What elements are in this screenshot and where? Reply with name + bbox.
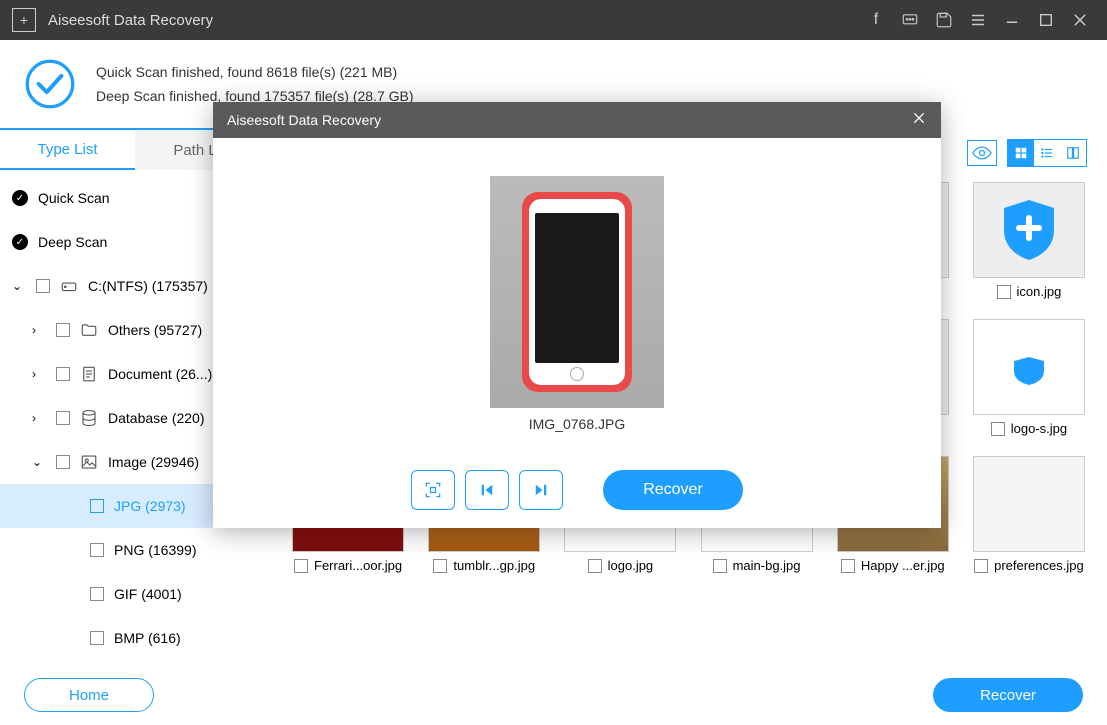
modal-backdrop: Aiseesoft Data Recovery IMG_0768.JPG Rec… [0,0,1107,725]
preview-modal: Aiseesoft Data Recovery IMG_0768.JPG Rec… [213,102,941,528]
prev-icon[interactable] [465,470,509,510]
modal-recover-button[interactable]: Recover [603,470,743,510]
preview-image [490,176,664,408]
fullscreen-icon[interactable] [411,470,455,510]
modal-titlebar: Aiseesoft Data Recovery [213,102,941,138]
preview-filename: IMG_0768.JPG [529,416,626,432]
modal-close-icon[interactable] [911,110,927,131]
modal-title-text: Aiseesoft Data Recovery [227,112,381,128]
next-icon[interactable] [519,470,563,510]
